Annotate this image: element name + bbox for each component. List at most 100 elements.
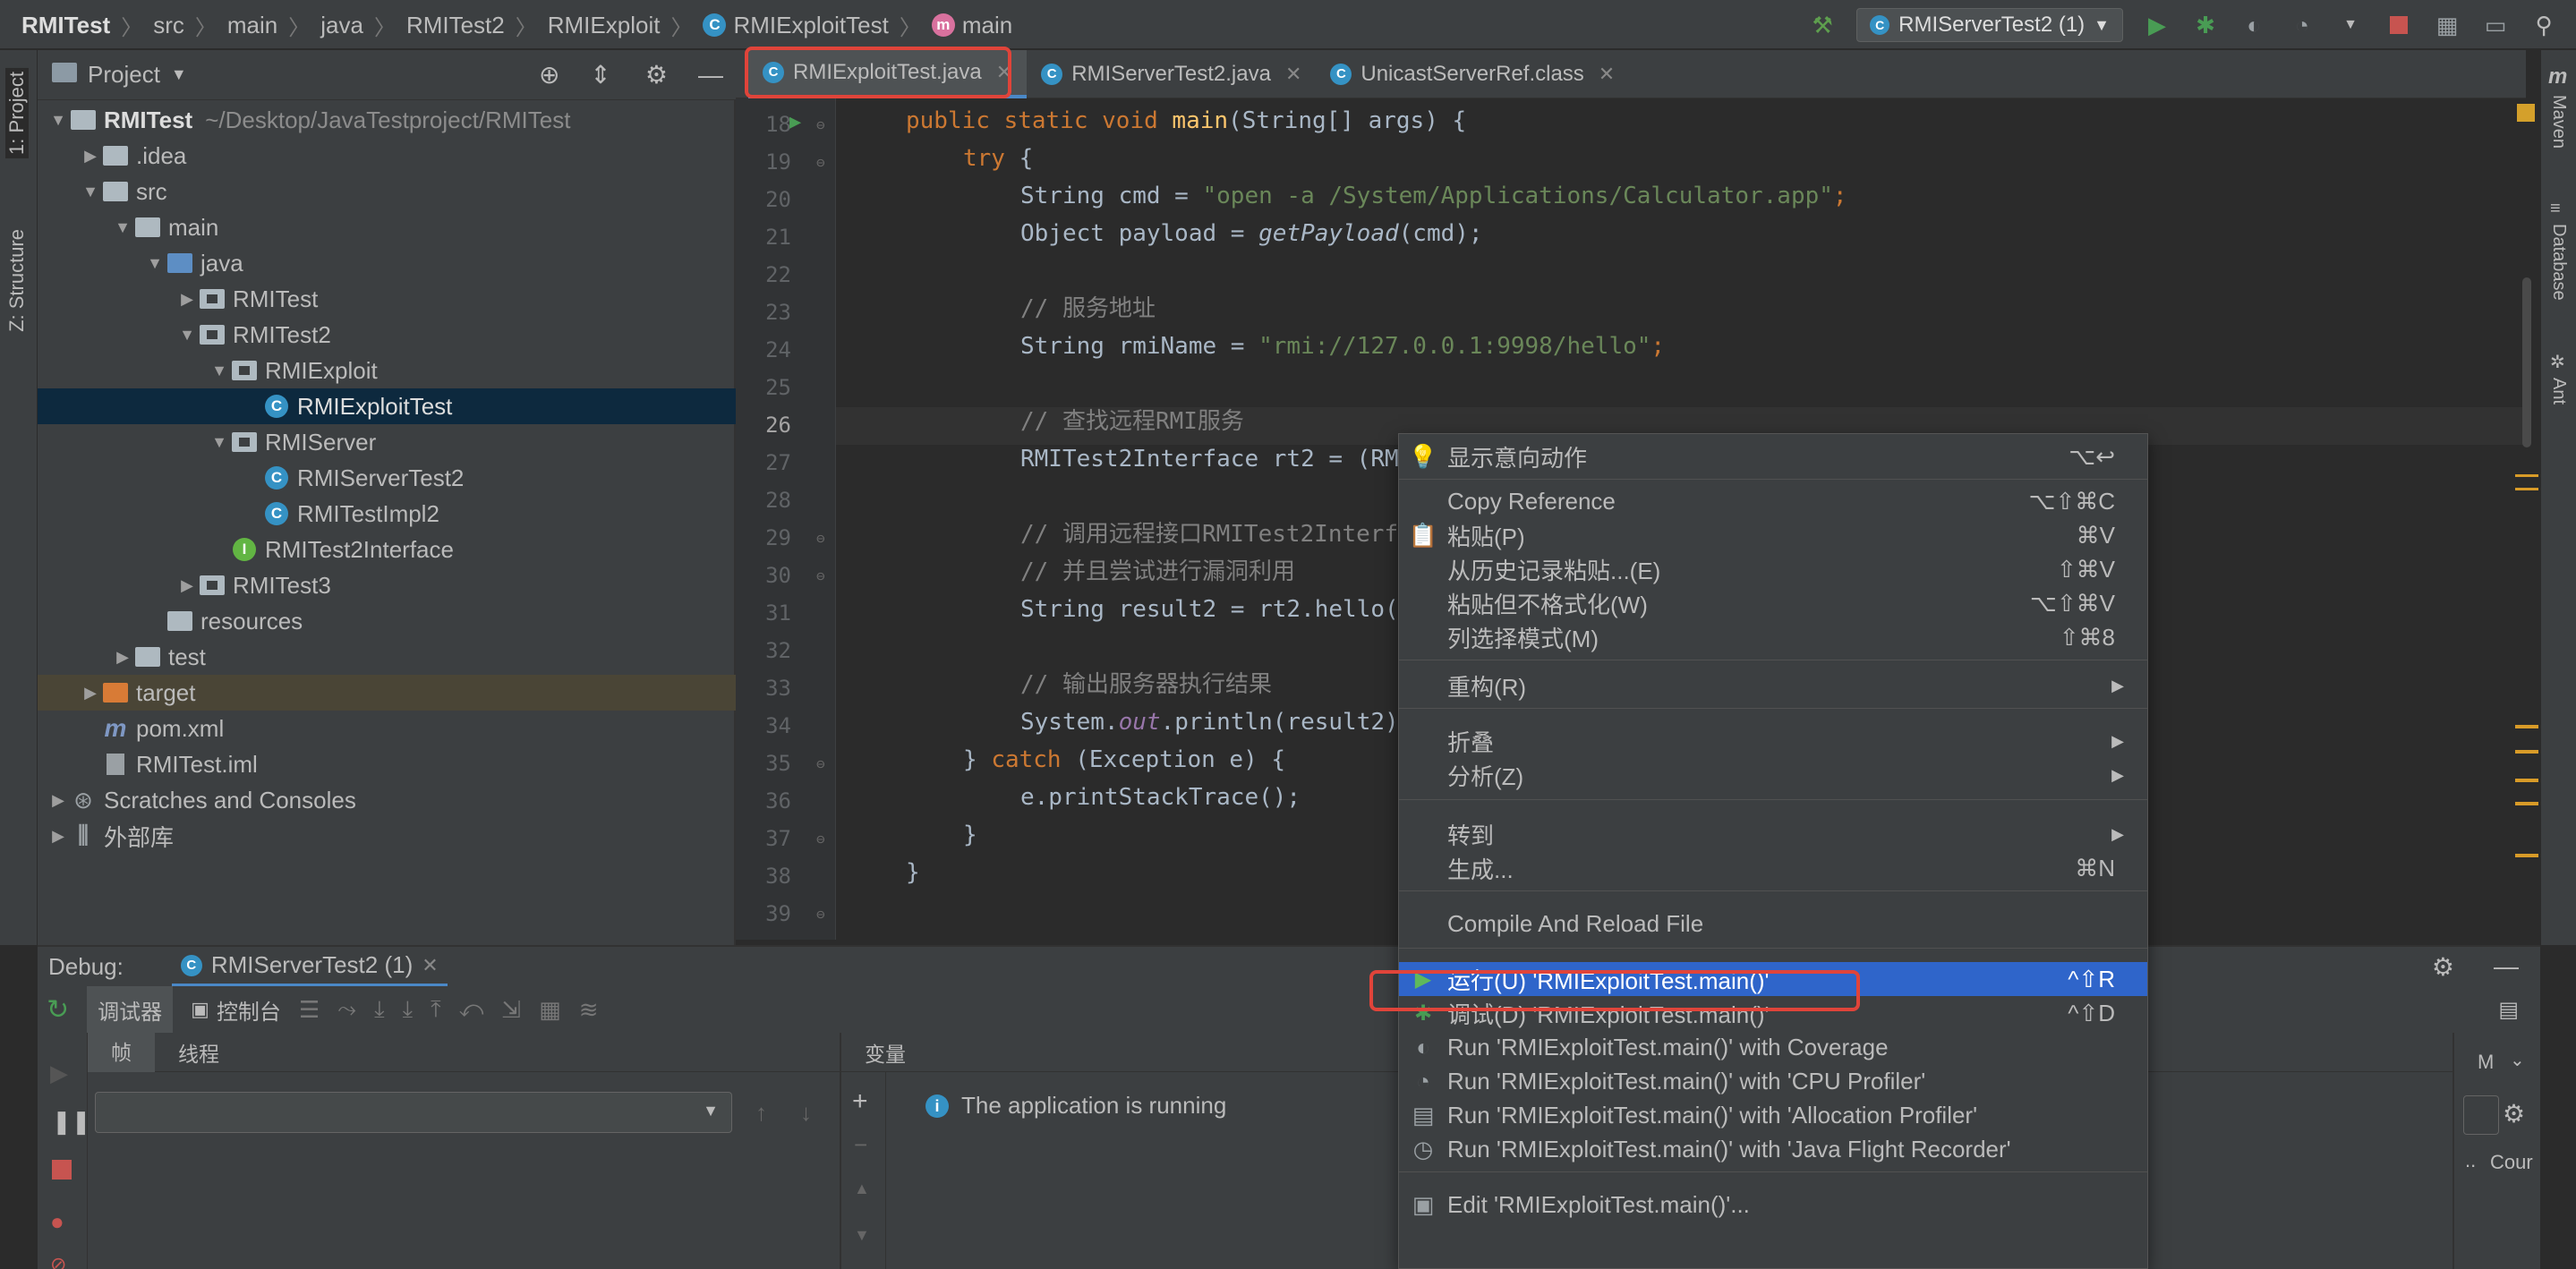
collapsed-arrow-icon[interactable]: ▶ xyxy=(47,791,70,810)
gear-icon[interactable]: ⚙ xyxy=(2503,1099,2525,1128)
menu-item-run-cpu-profiler[interactable]: ◔ Run 'RMIExploitTest.main()' with 'CPU P… xyxy=(1399,1064,2147,1098)
fold-icon[interactable]: ⊖ xyxy=(816,755,825,772)
breadcrumb-project[interactable]: RMITest xyxy=(21,12,110,39)
locate-icon[interactable]: ⊕ xyxy=(539,60,559,89)
fold-icon[interactable]: ⊖ xyxy=(816,116,825,133)
project-tool-tab[interactable]: 1: Project xyxy=(5,68,29,158)
breadcrumb-method[interactable]: m main xyxy=(931,12,1012,39)
tab-rmiservertest2[interactable]: C RMIServerTest2.java ✕ xyxy=(1027,50,1316,98)
minimize-icon[interactable]: — xyxy=(2494,952,2519,981)
tree-item-rmitest2interface[interactable]: I RMITest2Interface xyxy=(38,532,736,567)
collapse-all-icon[interactable]: ⇕ xyxy=(590,60,610,89)
expanded-arrow-icon[interactable]: ▼ xyxy=(175,326,199,345)
scroll-marker[interactable] xyxy=(2515,750,2538,754)
warning-marker[interactable] xyxy=(2517,104,2535,122)
run-config-select[interactable]: C RMIServerTest2 (1) ▼ xyxy=(1856,8,2123,42)
menu-item-compile-reload[interactable]: Compile And Reload File xyxy=(1399,907,2147,941)
collapsed-arrow-icon[interactable]: ▶ xyxy=(175,576,199,595)
tree-item-external-libs[interactable]: ▶ ⫼ 外部库 xyxy=(38,818,736,854)
close-icon[interactable]: ✕ xyxy=(1599,63,1615,86)
chevron-down-icon[interactable]: ▼ xyxy=(171,65,187,84)
debug-bug-icon[interactable]: ✱ xyxy=(2191,11,2220,39)
scroll-marker[interactable] xyxy=(2515,779,2538,782)
tab-debugger[interactable]: 调试器 xyxy=(87,986,174,1033)
trace-icon[interactable]: ≋ xyxy=(579,996,599,1024)
tree-item-rmiservertest2[interactable]: C RMIServerTest2 xyxy=(38,460,736,496)
tree-item-rmiserver[interactable]: ▼ RMIServer xyxy=(38,424,736,460)
gear-icon[interactable]: ⚙ xyxy=(2432,952,2454,982)
chevron-down-icon[interactable]: ⌄ xyxy=(2510,1049,2525,1071)
menu-item-analyze[interactable]: 分析(Z) ▶ xyxy=(1399,758,2147,792)
collapsed-arrow-icon[interactable]: ▶ xyxy=(79,684,102,703)
tab-unicastserverref[interactable]: C UnicastServerRef.class ✕ xyxy=(1316,50,1629,98)
scroll-marker[interactable] xyxy=(2515,802,2538,805)
tree-item-main[interactable]: ▼ main xyxy=(38,209,736,245)
stop-icon[interactable] xyxy=(52,1160,72,1180)
scroll-marker[interactable] xyxy=(2515,474,2538,490)
arrow-down-icon[interactable]: ↓ xyxy=(800,1099,812,1127)
tree-item-test[interactable]: ▶ test xyxy=(38,639,736,675)
tab-console[interactable]: ▣ 控制台 xyxy=(191,994,281,1026)
step-into-icon[interactable]: ⤓ xyxy=(403,995,414,1024)
menu-item-run-coverage[interactable]: ◐ Run 'RMIExploitTest.main()' with Covera… xyxy=(1399,1030,2147,1064)
arrow-up-icon[interactable]: ↑ xyxy=(755,1099,767,1127)
close-icon[interactable]: ✕ xyxy=(1285,63,1301,86)
stop-icon[interactable] xyxy=(2384,11,2413,39)
tree-item-rmiexploittest-selected[interactable]: C RMIExploitTest xyxy=(38,388,736,424)
tab-frames[interactable]: 帧 xyxy=(88,1032,155,1072)
tree-item-pom[interactable]: m pom.xml xyxy=(38,711,736,746)
evaluate-icon[interactable]: ▦ xyxy=(539,996,561,1024)
menu-item-paste-history[interactable]: 从历史记录粘贴...(E) ⇧⌘V xyxy=(1399,552,2147,586)
fold-icon[interactable]: ⊖ xyxy=(816,530,825,547)
tree-item-rmitest2[interactable]: ▼ RMITest2 xyxy=(38,317,736,353)
menu-item-run-allocation-profiler[interactable]: ▤ Run 'RMIExploitTest.main()' with 'Alloc… xyxy=(1399,1098,2147,1132)
breadcrumb-main[interactable]: main xyxy=(227,12,277,39)
thread-select[interactable]: ▼ xyxy=(95,1092,732,1133)
collapsed-arrow-icon[interactable]: ▶ xyxy=(175,290,199,309)
editor-scrollbar[interactable] xyxy=(2522,277,2531,447)
gear-icon[interactable]: ⚙ xyxy=(645,60,668,89)
breadcrumb-rmiexploit[interactable]: RMIExploit xyxy=(548,12,661,39)
run-icon[interactable]: ▶ xyxy=(2143,11,2171,39)
scroll-marker[interactable] xyxy=(2515,854,2538,857)
step-over-icon[interactable]: ⤓ xyxy=(374,995,385,1024)
collapsed-arrow-icon[interactable]: ▶ xyxy=(47,827,70,846)
menu-item-run-flight-recorder[interactable]: ◷ Run 'RMIExploitTest.main()' with 'Java … xyxy=(1399,1132,2147,1166)
mute-breakpoints-icon[interactable]: ⊘ xyxy=(50,1253,66,1269)
restore-layout-icon[interactable]: ▤ xyxy=(2498,997,2519,1023)
tab-threads[interactable]: 线程 xyxy=(155,1037,243,1068)
breadcrumb-java[interactable]: java xyxy=(320,12,363,39)
debug-session-tab[interactable]: C RMIServerTest2 (1) ✕ xyxy=(171,947,448,986)
expanded-arrow-icon[interactable]: ▼ xyxy=(79,183,102,201)
menu-item-column-selection[interactable]: 列选择模式(M) ⇧⌘8 xyxy=(1399,620,2147,654)
breadcrumb-class[interactable]: C RMIExploitTest xyxy=(703,12,889,39)
move-down-icon[interactable]: ▼ xyxy=(854,1226,870,1245)
tree-item-rmitest[interactable]: ▶ RMITest xyxy=(38,281,736,317)
scroll-marker[interactable] xyxy=(2515,725,2538,728)
structure-tool-tab[interactable]: Z: Structure xyxy=(5,229,29,332)
expanded-arrow-icon[interactable]: ▼ xyxy=(111,218,134,237)
menu-item-intention-actions[interactable]: 💡 显示意向动作 ⌥↩ xyxy=(1399,439,2147,473)
tree-item-scratches[interactable]: ▶ ⊛ Scratches and Consoles xyxy=(38,782,736,818)
collapsed-arrow-icon[interactable]: ▶ xyxy=(111,648,134,667)
tree-item-target[interactable]: ▶ target xyxy=(38,675,736,711)
memory-search-input[interactable] xyxy=(2463,1095,2499,1135)
breadcrumb-src[interactable]: src xyxy=(153,12,184,39)
project-structure-icon[interactable]: ▦ xyxy=(2433,11,2461,39)
profiler-icon[interactable]: ◔ xyxy=(2288,11,2316,39)
tree-item-rmitestimpl2[interactable]: C RMITestImpl2 xyxy=(38,496,736,532)
ant-tool-tab[interactable]: Ant xyxy=(2548,378,2569,405)
fold-icon[interactable]: ⊖ xyxy=(816,906,825,923)
tree-item-src[interactable]: ▼ src xyxy=(38,174,736,209)
close-icon[interactable]: ✕ xyxy=(422,954,438,977)
menu-item-refactor[interactable]: 重构(R) ▶ xyxy=(1399,669,2147,703)
project-panel-title[interactable]: Project xyxy=(88,61,160,89)
more-icon[interactable]: .. xyxy=(2465,1149,2476,1172)
menu-item-edit-config[interactable]: ▣ Edit 'RMIExploitTest.main()'... xyxy=(1399,1188,2147,1222)
show-execution-point-icon[interactable]: ⤳ xyxy=(337,995,356,1024)
breadcrumb-rmitest2[interactable]: RMITest2 xyxy=(406,12,505,39)
fold-icon[interactable]: ⊖ xyxy=(816,830,825,847)
fold-icon[interactable]: ⊖ xyxy=(816,567,825,584)
drop-frame-icon[interactable]: ⤺ xyxy=(459,995,484,1024)
expanded-arrow-icon[interactable]: ▼ xyxy=(47,111,70,130)
